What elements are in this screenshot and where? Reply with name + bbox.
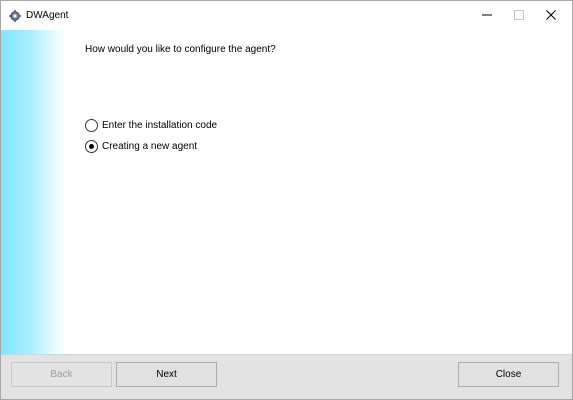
- option-installation-code[interactable]: Enter the installation code: [85, 118, 217, 132]
- side-banner: [1, 30, 67, 354]
- minimize-button[interactable]: [470, 1, 503, 30]
- window-close-button[interactable]: [534, 1, 567, 30]
- maximize-icon: [513, 7, 524, 25]
- gear-icon: [9, 9, 21, 22]
- minimize-icon: [481, 7, 492, 25]
- close-button[interactable]: Close: [458, 362, 559, 387]
- window-title: DWAgent: [26, 10, 69, 21]
- option-label: Creating a new agent: [102, 140, 198, 152]
- button-bar: Back Next Close: [1, 354, 572, 399]
- title-bar[interactable]: DWAgent: [1, 1, 572, 30]
- radio-new-agent[interactable]: [85, 139, 98, 153]
- option-label: Enter the installation code: [102, 119, 218, 131]
- client-area: How would you like to configure the agen…: [1, 30, 572, 399]
- close-icon: [545, 7, 556, 25]
- option-new-agent[interactable]: Creating a new agent: [85, 139, 197, 153]
- radio-installation-code[interactable]: [85, 118, 98, 132]
- maximize-button[interactable]: [502, 1, 535, 30]
- back-button[interactable]: Back: [11, 362, 112, 387]
- next-button[interactable]: Next: [116, 362, 217, 387]
- installer-window: DWAgent How would you like to configure …: [0, 0, 573, 400]
- page-question: How would you like to configure the agen…: [85, 44, 276, 55]
